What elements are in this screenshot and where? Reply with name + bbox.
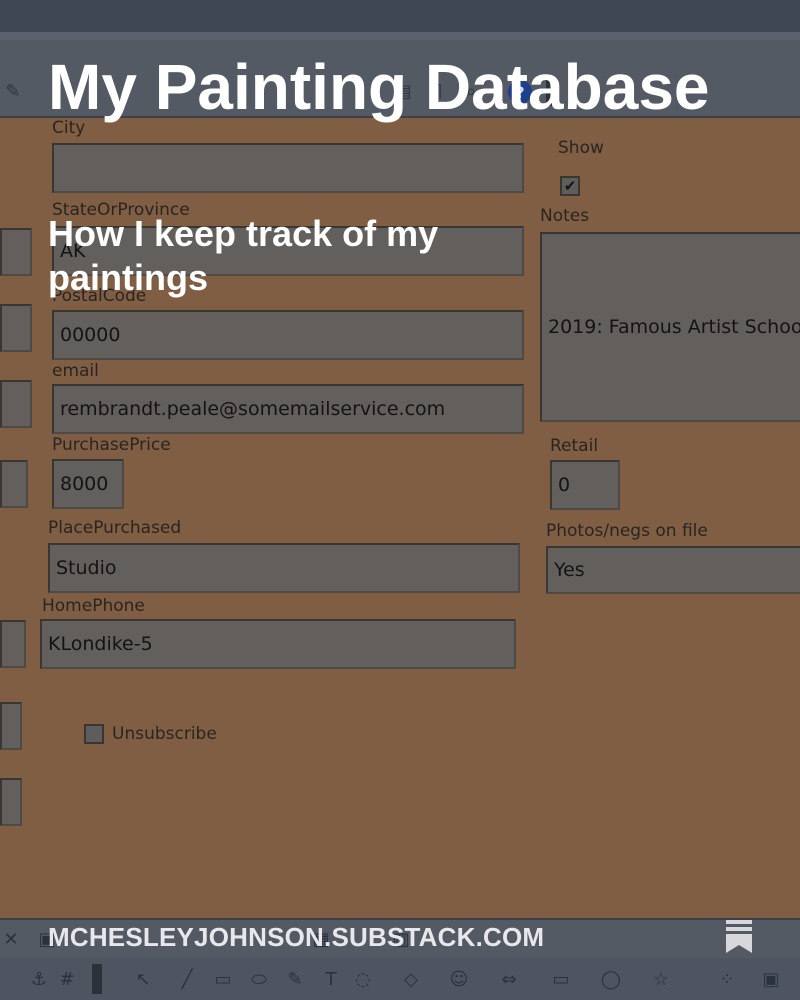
close-icon[interactable]: ✕ xyxy=(0,928,22,950)
arrows-icon[interactable]: ⇔ xyxy=(498,968,520,990)
callout-icon[interactable]: ◌ xyxy=(352,968,374,990)
purchase-price-label: PurchasePrice xyxy=(52,435,171,455)
grid-icon[interactable]: # xyxy=(56,968,78,990)
photos-negs-field[interactable]: Yes xyxy=(546,546,800,594)
left-field-6[interactable] xyxy=(0,702,22,750)
star-icon[interactable]: ☆ xyxy=(650,968,672,990)
site-link[interactable]: MCHESLEYJOHNSON.SUBSTACK.COM xyxy=(48,922,544,953)
window-title-strip xyxy=(0,0,800,32)
window-frame-strip xyxy=(0,32,800,40)
smiley-icon[interactable]: ☺ xyxy=(448,968,470,990)
brush-icon[interactable]: ✎ xyxy=(0,78,26,104)
retail-label: Retail xyxy=(550,436,599,456)
purchase-price-field[interactable]: 8000 xyxy=(52,459,124,509)
points-icon[interactable]: ⁘ xyxy=(716,968,738,990)
line-icon[interactable]: ╱ xyxy=(176,968,198,990)
left-field-7[interactable] xyxy=(0,778,22,826)
postal-code-field[interactable]: 00000 xyxy=(52,310,524,360)
flowchart-icon[interactable]: ▭ xyxy=(550,968,572,990)
diamond-icon[interactable]: ◇ xyxy=(400,968,422,990)
page-subtitle: How I keep track of my paintings xyxy=(48,213,439,298)
pen-icon[interactable]: ✎ xyxy=(284,968,306,990)
left-field-5[interactable] xyxy=(0,620,26,668)
unsubscribe-checkbox[interactable] xyxy=(84,724,104,744)
email-field[interactable]: rembrandt.peale@somemailservice.com xyxy=(52,384,524,434)
image-icon[interactable]: ▣ xyxy=(760,968,782,990)
text-icon[interactable]: T xyxy=(320,968,342,990)
toolbar-grip-handle[interactable] xyxy=(92,964,102,994)
left-field-4[interactable] xyxy=(0,460,28,508)
city-field[interactable] xyxy=(52,143,524,193)
bookmark-icon[interactable] xyxy=(726,920,752,954)
unsubscribe-label: Unsubscribe xyxy=(112,724,217,744)
home-phone-field[interactable]: KLondike-5 xyxy=(40,619,516,669)
place-purchased-field[interactable]: Studio xyxy=(48,543,520,593)
ellipse-icon[interactable]: ⬭ xyxy=(248,968,270,990)
page-title: My Painting Database xyxy=(48,51,710,123)
email-label: email xyxy=(52,361,99,381)
home-phone-label: HomePhone xyxy=(42,596,145,616)
place-purchased-label: PlacePurchased xyxy=(48,518,182,538)
speech-bubble-icon[interactable]: ◯ xyxy=(600,968,622,990)
rectangle-icon[interactable]: ▭ xyxy=(212,968,234,990)
pointer-icon[interactable]: ↖ xyxy=(132,968,154,990)
show-label: Show xyxy=(558,138,604,158)
left-field-3[interactable] xyxy=(0,380,32,428)
anchor-icon[interactable]: ⚓ xyxy=(28,968,50,990)
drawing-toolbar: ⚓ # ↖ ╱ ▭ ⬭ ✎ T ◌ ◇ ☺ ⇔ ▭ ◯ ☆ ⁘ ▣ xyxy=(0,958,800,1000)
left-field-1[interactable] xyxy=(0,228,32,276)
left-field-2[interactable] xyxy=(0,304,32,352)
retail-field[interactable]: 0 xyxy=(550,460,620,510)
show-checkbox[interactable]: ✔ xyxy=(560,176,580,196)
photos-negs-label: Photos/negs on file xyxy=(546,521,708,541)
